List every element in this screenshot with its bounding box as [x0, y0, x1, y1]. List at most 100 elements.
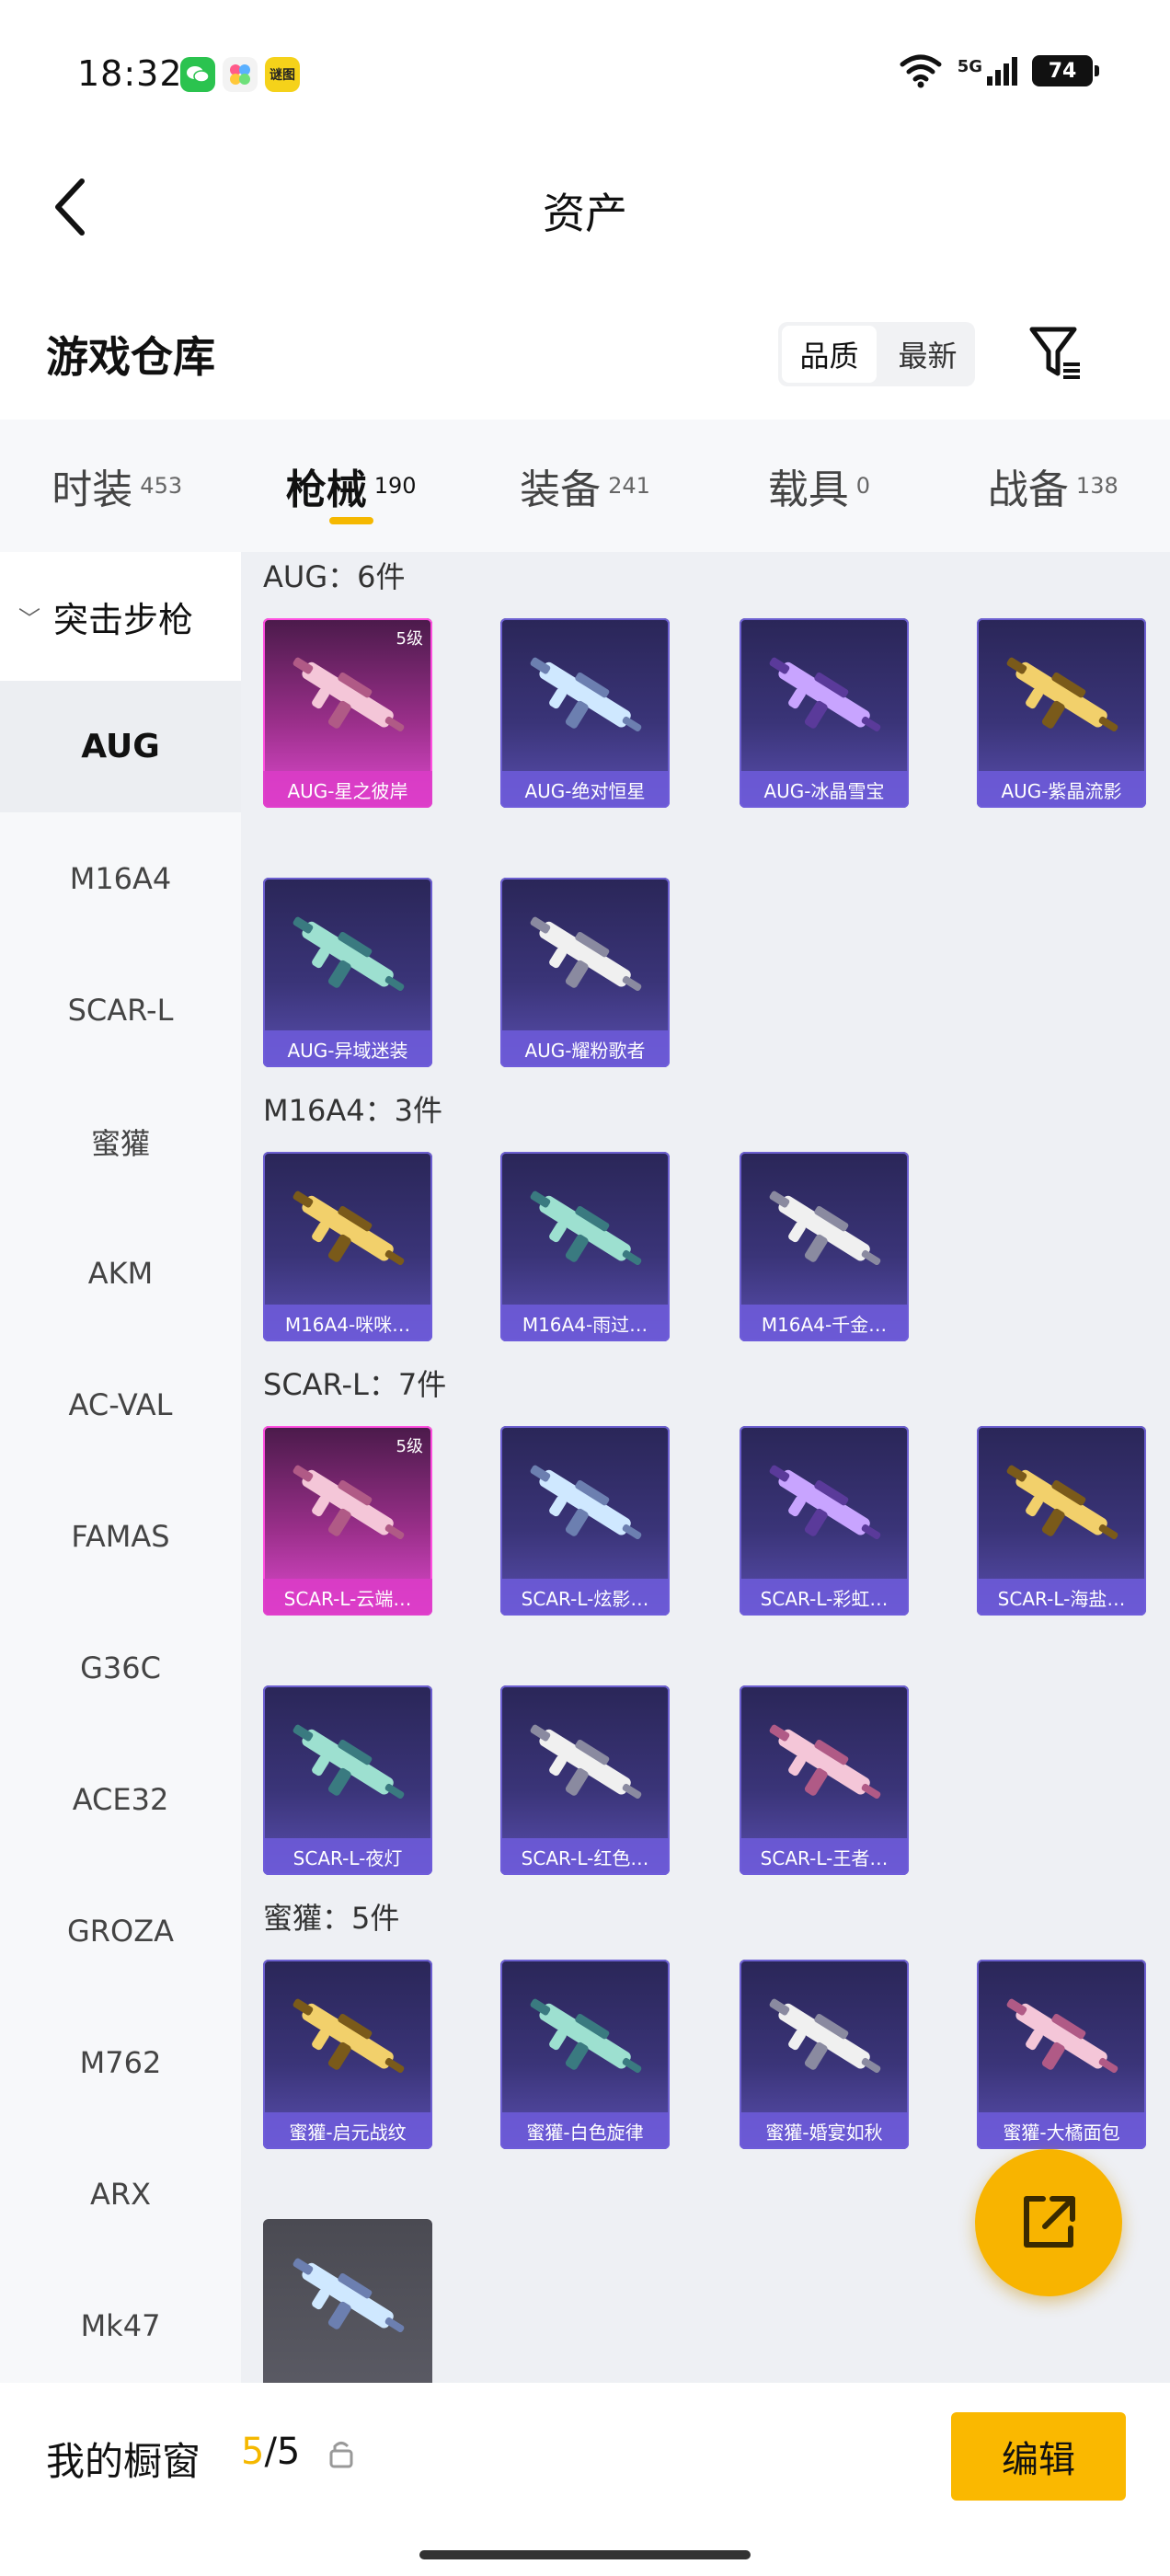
tab-vehicles[interactable]: 载具 0: [702, 420, 935, 552]
weapon-skin-card[interactable]: 蜜獾-大橘面包: [977, 1960, 1146, 2149]
weapon-skin-card[interactable]: 5级 SCAR-L-云端…: [263, 1426, 432, 1616]
sidebar-item-aug[interactable]: AUG: [0, 681, 241, 812]
tab-label: 装备: [520, 466, 602, 513]
sort-toggle: 品质 最新: [778, 322, 975, 386]
warehouse-title: 游戏仓库: [46, 332, 215, 382]
weapon-skin-name: AUG-绝对恒星: [500, 771, 670, 808]
sidebar-item-ace32[interactable]: ACE32: [0, 1733, 241, 1865]
gun-skin-image: [292, 1190, 405, 1266]
weapon-skin-card[interactable]: AUG-冰晶雪宝: [740, 618, 909, 808]
sidebar-item-arx[interactable]: ARX: [0, 2128, 241, 2260]
tab-active-indicator: [328, 517, 373, 524]
share-button[interactable]: [975, 2149, 1122, 2296]
colorful-app-icon: [223, 57, 258, 92]
page-title: 资产: [543, 189, 627, 238]
tab-count: 138: [1075, 473, 1118, 499]
weapon-skin-card[interactable]: AUG-绝对恒星: [500, 618, 670, 808]
weapon-skin-card[interactable]: M16A4-千金…: [740, 1152, 909, 1341]
weapon-skin-card[interactable]: SCAR-L-夜灯: [263, 1685, 432, 1875]
sidebar-item-ac-val[interactable]: AC-VAL: [0, 1339, 241, 1470]
gun-skin-image: [292, 916, 405, 992]
weapon-skin-card[interactable]: SCAR-L-王者…: [740, 1685, 909, 1875]
lock-icon: [329, 2442, 353, 2468]
gun-skin-image: [769, 657, 881, 732]
weapon-skin-name: 蜜獾-大橘面包: [977, 2112, 1146, 2149]
weapon-skin-name: 蜜獾-婚宴如秋: [740, 2112, 909, 2149]
weapon-skin-name: SCAR-L-夜灯: [263, 1838, 432, 1875]
weapon-skin-name: 蜜獾-白色旋律: [500, 2112, 670, 2149]
tab-label: 时装: [52, 466, 133, 513]
weapon-skin-card[interactable]: AUG-异域迷装: [263, 878, 432, 1067]
showcase-total: /5: [264, 2431, 301, 2473]
weapon-skin-card[interactable]: M16A4-咪咪…: [263, 1152, 432, 1341]
sort-newest-button[interactable]: 最新: [880, 322, 975, 386]
weapon-skin-name: SCAR-L-彩虹…: [740, 1579, 909, 1616]
weapon-skin-name: M16A4-雨过…: [500, 1305, 670, 1341]
gun-skin-image: [292, 1465, 405, 1540]
sidebar-item-groza[interactable]: GROZA: [0, 1865, 241, 1996]
sort-quality-button[interactable]: 品质: [782, 326, 877, 383]
weapon-skin-card[interactable]: 蜜獾-婚宴如秋: [740, 1960, 909, 2149]
warehouse-row: 游戏仓库 品质 最新: [0, 304, 1170, 405]
weapon-skin-card[interactable]: 蜜獾-白色旋律: [500, 1960, 670, 2149]
weapon-skin-card[interactable]: SCAR-L-彩虹…: [740, 1426, 909, 1616]
share-external-icon: [1024, 2196, 1075, 2248]
tab-guns[interactable]: 枪械 190: [234, 420, 467, 552]
sidebar-item-m762[interactable]: M762: [0, 1996, 241, 2128]
tab-equipment[interactable]: 装备 241: [468, 420, 702, 552]
group-title: AUG：6件: [263, 559, 406, 594]
weapon-skin-name: M16A4-咪咪…: [263, 1305, 432, 1341]
gun-skin-image: [1006, 1998, 1118, 2074]
tab-battle-gear[interactable]: 战备 138: [936, 420, 1170, 552]
weapon-skin-name: AUG-耀粉歌者: [500, 1030, 670, 1067]
gun-skin-image: [530, 657, 642, 732]
weapon-skin-card[interactable]: M16A4-雨过…: [500, 1152, 670, 1341]
sidebar-item-scar-l[interactable]: SCAR-L: [0, 944, 241, 1075]
sidebar-category-assault-rifles[interactable]: ﹀ 突击步枪: [0, 552, 241, 681]
sidebar-item-m16a4[interactable]: M16A4: [0, 812, 241, 944]
tab-count: 190: [373, 473, 417, 499]
gun-skin-image: [292, 2258, 405, 2333]
weapon-skin-card[interactable]: SCAR-L-海盐…: [977, 1426, 1146, 1616]
tab-count: 453: [140, 473, 183, 499]
weapon-sidebar: ﹀ 突击步枪 AUG M16A4 SCAR-L 蜜獾 AKM AC-VAL FAMAS G36…: [0, 552, 241, 2383]
category-tabs: 时装 453 枪械 190 装备 241 载具 0 战备 138: [0, 420, 1170, 552]
game-app-icon: 谜图: [265, 57, 300, 92]
gun-skin-image: [769, 1190, 881, 1266]
tab-count: 0: [855, 473, 871, 499]
edit-button[interactable]: 编辑: [951, 2412, 1126, 2501]
gun-skin-image: [530, 1998, 642, 2074]
tab-label: 枪械: [285, 466, 367, 513]
filter-icon: [1029, 327, 1080, 379]
level-badge: 5级: [396, 1437, 423, 1456]
weapon-skin-card[interactable]: [263, 2219, 432, 2383]
sidebar-item-mk47[interactable]: Mk47: [0, 2260, 241, 2383]
sidebar-item-g36c[interactable]: G36C: [0, 1602, 241, 1733]
weapon-skin-card[interactable]: AUG-耀粉歌者: [500, 878, 670, 1067]
battery-icon: 74: [1032, 55, 1099, 86]
group-title: M16A4：3件: [263, 1093, 442, 1128]
weapon-skin-name: M16A4-千金…: [740, 1305, 909, 1341]
group-title: SCAR-L：7件: [263, 1367, 447, 1402]
weapon-skin-name: AUG-异域迷装: [263, 1030, 432, 1067]
gun-skin-image: [769, 1998, 881, 2074]
filter-button[interactable]: [1023, 320, 1087, 385]
weapon-skin-name: AUG-紫晶流影: [977, 771, 1146, 808]
weapon-skin-card[interactable]: SCAR-L-炫影…: [500, 1426, 670, 1616]
game-app-label: 谜图: [270, 68, 295, 83]
weapon-skin-card[interactable]: AUG-紫晶流影: [977, 618, 1146, 808]
gun-skin-image: [769, 1465, 881, 1540]
status-bar: 18:32 谜图 5G 74: [0, 0, 1170, 147]
network-label: 5G: [957, 56, 982, 76]
chevron-down-icon: ﹀: [18, 605, 40, 632]
sidebar-item-蜜獾[interactable]: 蜜獾: [0, 1075, 241, 1207]
weapon-skin-card[interactable]: 蜜獾-启元战纹: [263, 1960, 432, 2149]
sidebar-item-famas[interactable]: FAMAS: [0, 1470, 241, 1602]
tab-outfits[interactable]: 时装 453: [0, 420, 234, 552]
weapon-skin-card[interactable]: 5级 AUG-星之彼岸: [263, 618, 432, 808]
status-icons: 5G 74: [899, 53, 1099, 88]
sidebar-item-akm[interactable]: AKM: [0, 1207, 241, 1339]
gun-skin-image: [292, 657, 405, 732]
weapon-skin-card[interactable]: SCAR-L-红色…: [500, 1685, 670, 1875]
showcase-count: 5/5: [241, 2431, 300, 2473]
